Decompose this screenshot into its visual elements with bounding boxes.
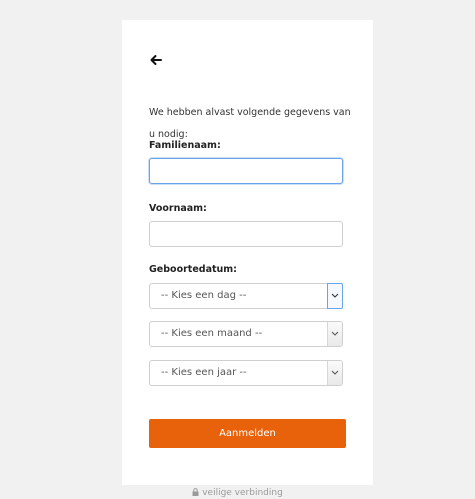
secure-connection-note: veilige verbinding [0, 488, 475, 498]
day-select-value: -- Kies een dag -- [161, 290, 247, 301]
first-name-input[interactable] [149, 221, 343, 247]
birthdate-label: Geboortedatum: [149, 264, 237, 275]
login-card: We hebben alvast volgende gegevens van u… [122, 20, 373, 485]
month-select-arrow[interactable] [327, 322, 342, 346]
chevron-down-icon [331, 293, 339, 298]
secure-connection-text: veilige verbinding [202, 488, 283, 498]
month-select-value: -- Kies een maand -- [161, 328, 263, 339]
chevron-down-icon [331, 331, 339, 336]
day-select-arrow[interactable] [327, 283, 343, 309]
first-name-label: Voornaam: [149, 203, 207, 214]
year-select[interactable]: -- Kies een jaar -- [149, 360, 343, 386]
year-select-value: -- Kies een jaar -- [161, 367, 247, 378]
last-name-input[interactable] [149, 158, 343, 184]
submit-button[interactable]: Aanmelden [149, 419, 346, 448]
month-select[interactable]: -- Kies een maand -- [149, 321, 343, 347]
chevron-down-icon [331, 370, 339, 375]
year-select-arrow[interactable] [327, 361, 342, 385]
back-arrow-icon[interactable] [149, 52, 163, 66]
day-select[interactable]: -- Kies een dag -- [149, 283, 343, 309]
lock-icon [192, 488, 199, 496]
last-name-label: Familienaam: [149, 140, 221, 151]
